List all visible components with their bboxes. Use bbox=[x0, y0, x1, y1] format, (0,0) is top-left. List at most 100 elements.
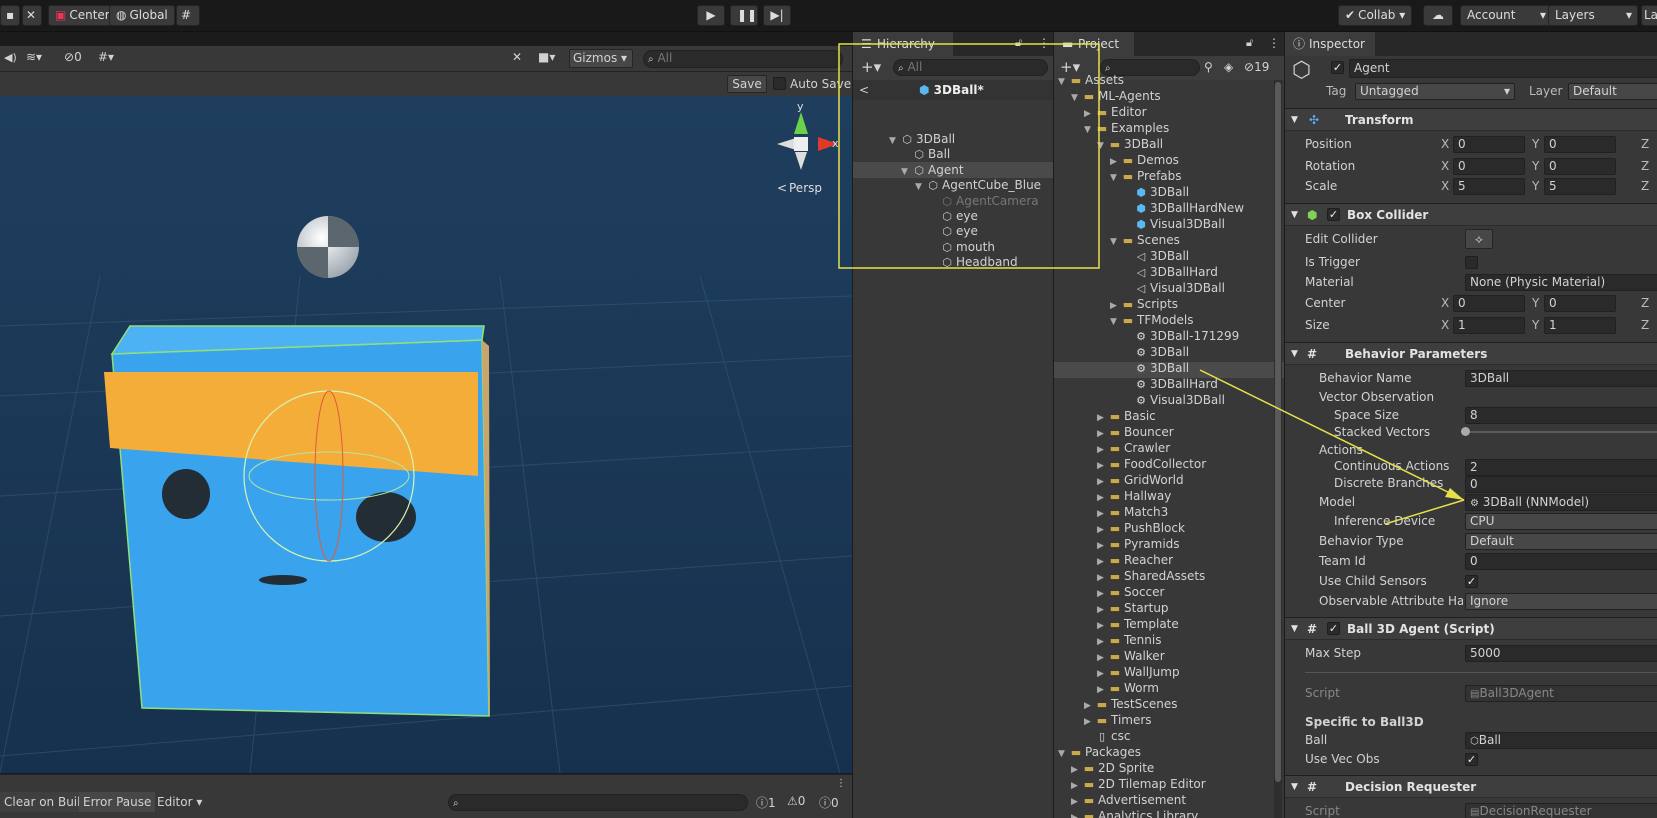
project-item[interactable]: ▶ ▬ FoodCollector bbox=[1097, 456, 1206, 472]
max-step-field[interactable]: 5000 bbox=[1465, 645, 1657, 662]
vector-x-field[interactable]: 0 bbox=[1453, 136, 1525, 153]
project-item[interactable]: ⬢ Visual3DBall bbox=[1123, 216, 1225, 232]
object-name-field[interactable]: Agent bbox=[1349, 59, 1657, 78]
auto-save-checkbox[interactable] bbox=[773, 77, 786, 90]
project-item[interactable]: ▶ ▬ Scripts bbox=[1110, 296, 1178, 312]
hierarchy-item[interactable]: ⬡ mouth bbox=[941, 239, 995, 255]
project-item[interactable]: ⚙ 3DBall bbox=[1123, 344, 1189, 360]
play-button[interactable]: ▶ bbox=[697, 5, 725, 26]
kebab-menu-icon[interactable]: ⋮ bbox=[1268, 36, 1280, 50]
hierarchy-item[interactable]: ⬡ eye bbox=[941, 223, 978, 239]
project-item[interactable]: ⬢ 3DBall bbox=[1123, 184, 1189, 200]
project-item[interactable]: ⚙ 3DBallHard bbox=[1123, 376, 1218, 392]
tab-project[interactable]: ▬ Project bbox=[1054, 32, 1134, 56]
info-count[interactable]: ⓘ1 bbox=[756, 794, 776, 811]
vector-y-field[interactable]: 0 bbox=[1544, 136, 1616, 153]
tools-button[interactable]: ✕ bbox=[22, 5, 42, 26]
project-item[interactable]: ▶ ▬ Demos bbox=[1110, 152, 1179, 168]
hierarchy-search-input[interactable]: ⌕ All bbox=[893, 59, 1048, 76]
layer-dropdown[interactable]: Default bbox=[1568, 83, 1657, 100]
project-item[interactable]: ▶ ▬ Template bbox=[1097, 616, 1179, 632]
project-item[interactable]: ▼ ▬ TFModels bbox=[1110, 312, 1194, 328]
ball3d-agent-header[interactable]: ▼ # ✓ Ball 3D Agent (Script) bbox=[1285, 617, 1657, 640]
project-item[interactable]: ▶ ▬ 2D Sprite bbox=[1071, 760, 1154, 776]
project-item[interactable]: ◁ 3DBall bbox=[1123, 248, 1189, 264]
fold-arrow-down-icon[interactable]: ▼ bbox=[1110, 234, 1122, 250]
tag-dropdown[interactable]: Untagged ▾ bbox=[1355, 83, 1515, 100]
project-item[interactable]: ▶ ▬ Soccer bbox=[1097, 584, 1164, 600]
hierarchy-item[interactable]: ⬡ Headband bbox=[941, 254, 1017, 270]
ball-ref-field[interactable]: ⬡Ball bbox=[1465, 732, 1657, 749]
project-item[interactable]: ⚙ Visual3DBall bbox=[1123, 392, 1225, 408]
fold-arrow-down-icon[interactable]: ▼ bbox=[1084, 122, 1096, 138]
effects-icon[interactable]: ≋▾ bbox=[26, 50, 42, 64]
hierarchy-item[interactable]: ▼ ⬡ Agent bbox=[901, 162, 964, 178]
project-item[interactable]: ▶ ▬ SharedAssets bbox=[1097, 568, 1205, 584]
stacked-vectors-slider[interactable] bbox=[1461, 427, 1657, 436]
filter-type-icon[interactable]: ⚲ bbox=[1204, 60, 1213, 74]
fold-arrow-down-icon[interactable]: ▼ bbox=[1097, 138, 1109, 154]
fold-arrow-right-icon[interactable]: ▶ bbox=[1071, 810, 1083, 818]
use-vec-obs-checkbox[interactable]: ✓ bbox=[1465, 753, 1478, 766]
camera-icon[interactable]: ■▾ bbox=[538, 50, 555, 64]
project-item[interactable]: ▼ ▬ Packages bbox=[1058, 744, 1141, 760]
project-item[interactable]: ▶ ▬ Reacher bbox=[1097, 552, 1173, 568]
project-item[interactable]: ▼ ▬ Examples bbox=[1084, 120, 1169, 136]
project-item[interactable]: ⚙ 3DBall bbox=[1123, 360, 1189, 376]
add-icon[interactable]: +▾ bbox=[861, 58, 881, 76]
tag-icon[interactable]: ◈ bbox=[1224, 60, 1233, 74]
step-button[interactable]: ▶| bbox=[763, 5, 791, 26]
pivot-center-button[interactable]: ▣ Center bbox=[48, 5, 117, 26]
project-item[interactable]: ◁ Visual3DBall bbox=[1123, 280, 1225, 296]
project-item[interactable]: ▶ ▬ Editor bbox=[1084, 104, 1147, 120]
vector-y-field[interactable]: 0 bbox=[1544, 295, 1616, 312]
warning-count[interactable]: ⚠0 bbox=[787, 794, 805, 808]
project-item[interactable]: ▶ ▬ Crawler bbox=[1097, 440, 1170, 456]
project-item[interactable]: ▶ ▬ Startup bbox=[1097, 600, 1169, 616]
cloud-button[interactable]: ☁ bbox=[1423, 5, 1453, 26]
hand-tool-button[interactable]: ▪ bbox=[0, 5, 20, 26]
error-pause-button[interactable]: Error Pause bbox=[79, 792, 156, 812]
project-item[interactable]: ▶ ▬ Worm bbox=[1097, 680, 1159, 696]
fold-arrow-down-icon[interactable]: ▼ bbox=[1110, 314, 1122, 330]
project-item[interactable]: ⚙ 3DBall-171299 bbox=[1123, 328, 1239, 344]
tab-inspector[interactable]: ⓘ Inspector bbox=[1285, 32, 1375, 56]
project-item[interactable]: ▶ ▬ PushBlock bbox=[1097, 520, 1185, 536]
vector-x-field[interactable]: 0 bbox=[1453, 295, 1525, 312]
hierarchy-item[interactable]: ▼ ⬡ 3DBall bbox=[889, 131, 955, 147]
grid-snap-button[interactable]: # bbox=[176, 5, 200, 26]
fold-arrow-down-icon[interactable]: ▼ bbox=[1071, 90, 1083, 106]
project-item[interactable]: ▶ ▬ GridWorld bbox=[1097, 472, 1184, 488]
observable-dropdown[interactable]: Ignore bbox=[1465, 593, 1657, 610]
project-item[interactable]: ▯ csc bbox=[1084, 728, 1130, 744]
project-item[interactable]: ▶ ▬ 2D Tilemap Editor bbox=[1071, 776, 1206, 792]
scene-header-row[interactable]: < ⬢ 3DBall* bbox=[853, 80, 1053, 100]
slider-handle[interactable] bbox=[1461, 427, 1470, 436]
hidden-objects-icon[interactable]: ⊘0 bbox=[64, 50, 82, 64]
team-id-field[interactable]: 0 bbox=[1465, 553, 1657, 570]
pause-button[interactable]: ❚❚ bbox=[730, 5, 758, 26]
scene-search-input[interactable]: ⌕ All bbox=[643, 50, 843, 68]
is-trigger-checkbox[interactable] bbox=[1465, 256, 1478, 269]
lock-icon[interactable]: 🔓︎ bbox=[1246, 36, 1253, 50]
decision-requester-header[interactable]: ▼ # Decision Requester bbox=[1285, 775, 1657, 798]
scrollbar[interactable] bbox=[1274, 80, 1282, 818]
vector-x-field[interactable]: 0 bbox=[1453, 158, 1525, 175]
agent-enabled-checkbox[interactable]: ✓ bbox=[1327, 622, 1340, 635]
project-item[interactable]: ▶ ▬ Timers bbox=[1084, 712, 1152, 728]
use-child-sensors-checkbox[interactable]: ✓ bbox=[1465, 575, 1478, 588]
project-item[interactable]: ▼ ▬ Assets bbox=[1058, 72, 1124, 88]
fold-arrow-down-icon[interactable]: ▼ bbox=[1058, 74, 1070, 90]
project-item[interactable]: ◁ 3DBallHard bbox=[1123, 264, 1218, 280]
agent-cube[interactable] bbox=[104, 325, 490, 717]
error-count[interactable]: ⓘ0 bbox=[819, 794, 839, 811]
hierarchy-item[interactable]: ▼ ⬡ AgentCube_Blue bbox=[915, 177, 1041, 193]
behavior-type-dropdown[interactable]: Default bbox=[1465, 533, 1657, 550]
fold-arrow-down-icon[interactable]: ▼ bbox=[1110, 170, 1122, 186]
transform-header[interactable]: ▼ ✣ Transform bbox=[1285, 108, 1657, 131]
collab-button[interactable]: ✔ Collab ▾ bbox=[1338, 5, 1413, 26]
vector-y-field[interactable]: 0 bbox=[1544, 158, 1616, 175]
fold-arrow-down-icon[interactable]: ▼ bbox=[1058, 746, 1070, 762]
vector-x-field[interactable]: 1 bbox=[1453, 317, 1525, 334]
behavior-parameters-header[interactable]: ▼ # Behavior Parameters bbox=[1285, 342, 1657, 365]
